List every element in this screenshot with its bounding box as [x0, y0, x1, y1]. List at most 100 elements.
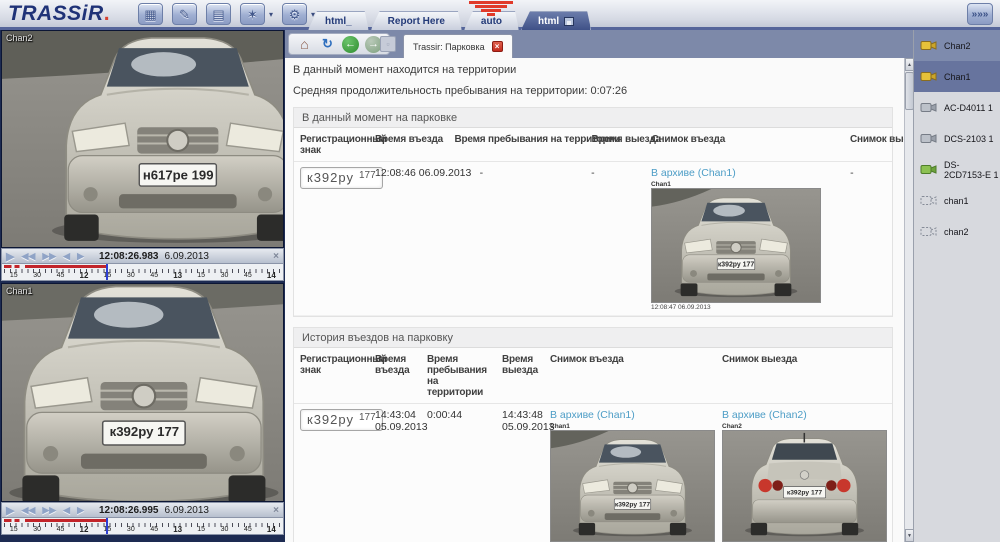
wand-icon: ✶ [247, 7, 258, 22]
col-header: Время въезда [369, 134, 448, 156]
timeline-tick-label: 15 [2, 525, 25, 534]
jump-start-button[interactable]: ◀◀ [21, 251, 35, 262]
timeline-tick-label: 12 [72, 271, 95, 280]
step-back-button[interactable]: ◀ [63, 505, 70, 516]
exit-archive-link[interactable]: В архиве (Chan2) [722, 409, 807, 421]
step-forward-button[interactable]: ▶ [77, 251, 84, 262]
timeline-tick-label: 15 [189, 271, 212, 280]
expand-panel-button[interactable]: »»» [967, 3, 993, 25]
main-toolbar: ▦ ✎ ▤ ✶ ▾ ⚙ ▾ [138, 3, 315, 25]
plate-region: 177 [359, 412, 376, 423]
col-header: Снимок выезда [716, 354, 892, 398]
jump-end-button[interactable]: ▶▶ [42, 251, 56, 262]
plate-number: к392ру [307, 170, 354, 185]
channel-item-dcs-2103[interactable]: DCS-2103 1 [914, 123, 1000, 154]
event-log-button[interactable]: ▤ [206, 3, 231, 25]
entry-archive-link[interactable]: В архиве (Chan1) [550, 409, 635, 421]
col-header: Регистрационный знак [294, 134, 369, 156]
settings-grid-button[interactable]: ⚙ [282, 3, 307, 25]
snapshot-channel-label: Chan1 [550, 423, 716, 430]
monitors-button[interactable]: ▦ [138, 3, 163, 25]
entry-snapshot[interactable]: к392ру 177 [550, 430, 715, 542]
timeline-ruler[interactable]: 153045121530451315304514 [1, 518, 284, 535]
channel-item-chan2-offline[interactable]: chan2 [914, 216, 1000, 247]
timeline-tick-label: 45 [236, 525, 259, 534]
exit-time: 14:43:48 [502, 409, 544, 421]
channel-sidebar: Chan2 Chan1 AC-D4011 1 DCS-2103 1 DS-2CD… [913, 30, 1000, 542]
timeline-cursor[interactable] [106, 518, 108, 534]
entry-time: 14:43:04 [375, 409, 421, 421]
play-button[interactable]: ▶ [6, 504, 14, 517]
close-player-button[interactable]: × [273, 505, 279, 516]
browser-tab-parkovka[interactable]: Trassir: Парковка × [403, 34, 513, 58]
close-tab-button[interactable]: × [492, 41, 503, 52]
channel-item-chan1[interactable]: Chan1 [914, 61, 1000, 92]
entry-snapshot[interactable]: к392ру 177 [651, 188, 821, 303]
ruler-labels: 153045121530451315304514 [2, 525, 283, 534]
channel-label: chan2 [944, 227, 969, 237]
settings-grid-icon: ⚙ [289, 7, 301, 22]
video-image: н617ре 199 [2, 31, 283, 247]
timeline-tick-label: 45 [49, 271, 72, 280]
col-header: Время выезда [585, 134, 645, 156]
timeline-tick-label: 45 [143, 525, 166, 534]
video-frame-chan2[interactable]: н617ре 199 Chan2 [1, 30, 284, 248]
content-scrollbar[interactable]: ▲ ▼ [904, 58, 913, 542]
back-button[interactable]: ← [342, 36, 359, 53]
channel-label: Chan2 [944, 41, 971, 51]
stay-duration: - [474, 167, 586, 311]
entry-time: 12:08:46 06.09.2013 [369, 167, 474, 311]
channel-item-ds-2cd7153[interactable]: DS-2CD7153-E 1 [914, 154, 1000, 185]
edit-template-button[interactable]: ✎ [172, 3, 197, 25]
browser-nav-group: ⌂ ↻ ← → [288, 33, 390, 55]
video-player-chan2: н617ре 199 Chan2 ▶ ◀◀ ▶▶ ◀ ▶ 12:08:26.98… [0, 30, 285, 281]
step-back-button[interactable]: ◀ [63, 251, 70, 262]
playback-time: 12:08:26.995 [99, 505, 159, 516]
step-forward-button[interactable]: ▶ [77, 505, 84, 516]
timeline-tick-label: 13 [166, 271, 189, 280]
timeline-ruler[interactable]: 153045121530451315304514 [1, 264, 284, 281]
table-row: к392ру 177 12:08:46 06.09.2013 - - В архи… [294, 162, 892, 316]
jump-end-button[interactable]: ▶▶ [42, 505, 56, 516]
channel-item-chan1-offline[interactable]: chan1 [914, 185, 1000, 216]
tab-html_[interactable]: html_ [308, 11, 369, 30]
video-frame-chan1[interactable]: к392ру 177 Chan1 [1, 283, 284, 502]
tab-html-active[interactable]: html [521, 11, 591, 30]
current-parking-section: В данный момент на парковке Регистрацион… [293, 107, 893, 317]
refresh-button[interactable]: ↻ [319, 36, 336, 53]
wand-button[interactable]: ✶ [240, 3, 265, 25]
col-header: Время выезда [496, 354, 544, 398]
home-button[interactable]: ⌂ [296, 36, 313, 53]
timeline-tick-label: 45 [143, 271, 166, 280]
snapshot-channel-label: Chan2 [722, 423, 892, 430]
snapshot-channel-label: Chan1 [651, 181, 844, 188]
jump-start-button[interactable]: ◀◀ [21, 505, 35, 516]
timeline-tick-label: 14 [260, 271, 283, 280]
tab-report-here[interactable]: Report Here [371, 11, 462, 30]
entry-date: 05.09.2013 [375, 421, 421, 433]
col-header: Регистрационный знак [294, 354, 369, 398]
play-button[interactable]: ▶ [6, 250, 14, 263]
playback-controls: ▶ ◀◀ ▶▶ ◀ ▶ 12:08:26.995 6.09.2013 × [1, 502, 284, 518]
timeline-tick-label: 15 [189, 525, 212, 534]
stay-duration: 0:00:44 [421, 409, 496, 542]
close-player-button[interactable]: × [273, 251, 279, 262]
plate-region: 177 [359, 170, 376, 181]
browser-tab-title: Trassir: Парковка [413, 42, 485, 52]
channel-label: DCS-2103 1 [944, 134, 994, 144]
channel-item-chan2[interactable]: Chan2 [914, 30, 1000, 61]
plate-text: н617ре 199 [143, 167, 214, 182]
playback-date: 6.09.2013 [165, 505, 210, 516]
timeline-cursor[interactable] [106, 264, 108, 280]
plate-number: к392ру [307, 412, 354, 427]
channel-label: Chan2 [6, 33, 33, 43]
entry-archive-link[interactable]: В архиве (Chan1) [651, 167, 736, 179]
table-header-row: Регистрационный знак Время въезда Время … [294, 128, 892, 162]
timeline-tick-label: 30 [25, 525, 48, 534]
wand-dropdown-arrow-icon[interactable]: ▾ [269, 10, 273, 19]
channel-item-ac-d4011[interactable]: AC-D4011 1 [914, 92, 1000, 123]
exit-snapshot-empty: - [844, 167, 892, 311]
new-tab-button[interactable]: ▫ [380, 36, 396, 52]
video-player-chan1: к392ру 177 Chan1 ▶ ◀◀ ▶▶ ◀ ▶ 12:08:26.99… [0, 283, 285, 535]
exit-snapshot[interactable]: к392ру 177 [722, 430, 887, 542]
